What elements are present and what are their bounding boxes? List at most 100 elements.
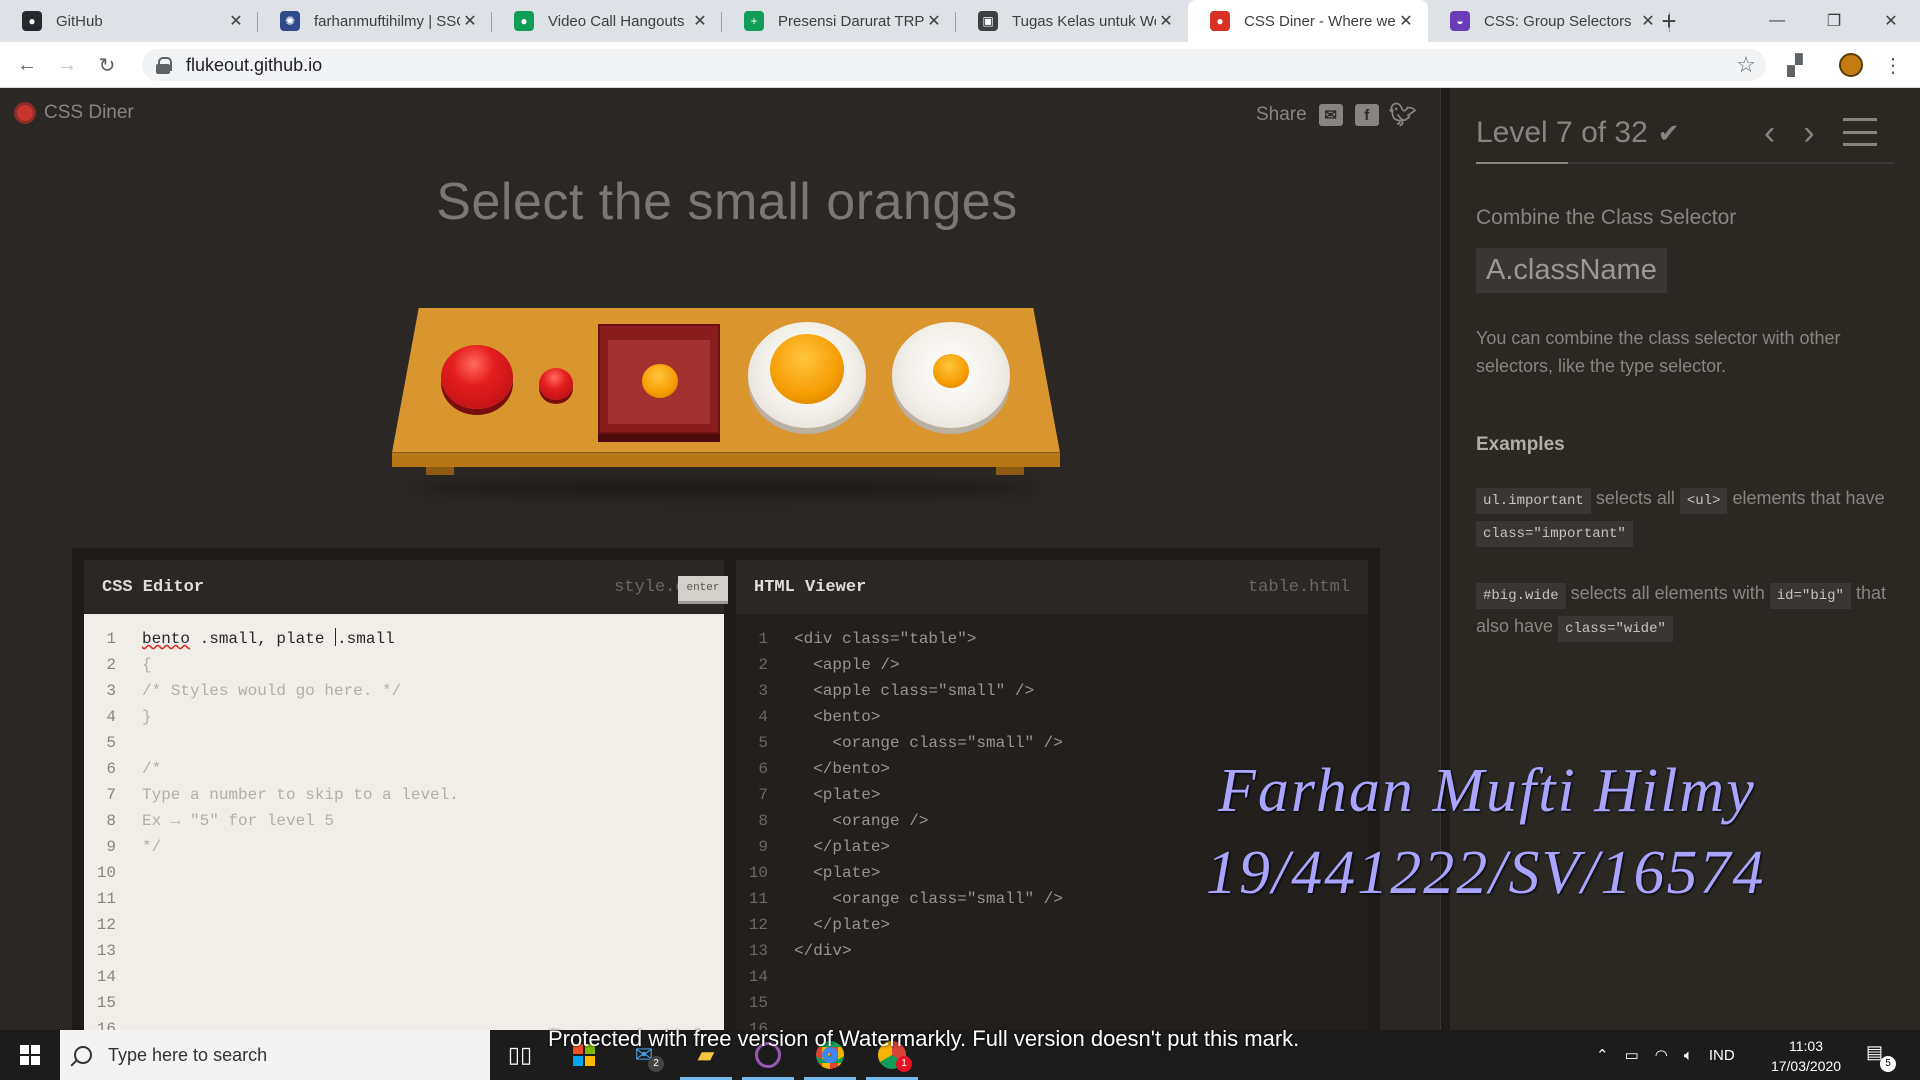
orange-small[interactable]	[642, 364, 678, 398]
language-indicator[interactable]: IND	[1709, 1047, 1735, 1064]
line-number: 10	[96, 864, 116, 882]
tab-close-icon[interactable]: ✕	[1156, 11, 1176, 31]
line-number: 13	[748, 942, 768, 960]
tab-close-icon[interactable]: ✕	[690, 11, 710, 31]
line-number: 12	[96, 916, 116, 934]
close-window-icon[interactable]: ✕	[1868, 0, 1914, 42]
orange-small[interactable]	[933, 354, 969, 388]
table	[392, 308, 1060, 508]
clock[interactable]: 11:03 17/03/2020	[1766, 1036, 1846, 1076]
notification-icon[interactable]: ▤ 5	[1866, 1042, 1896, 1072]
lock-icon	[156, 57, 172, 74]
extension-icon[interactable]: ▞	[1780, 50, 1810, 80]
menu-dots-icon[interactable]: ⋮	[1878, 50, 1908, 80]
start-button[interactable]	[0, 1030, 60, 1080]
examples-heading: Examples	[1476, 434, 1565, 455]
line-number: 2	[758, 656, 768, 674]
next-level-icon[interactable]: ›	[1803, 114, 1814, 153]
line-number: 14	[748, 968, 768, 986]
tab-title: Tugas Kelas untuk Web	[1012, 12, 1156, 30]
twitter-icon[interactable]: 🐦︎	[1389, 102, 1417, 127]
css-code-area[interactable]: bento .small, plate .small { /* Styles wou…	[128, 614, 724, 1030]
css-code-line: {	[142, 656, 152, 674]
enter-button[interactable]: enter	[678, 576, 728, 604]
battery-icon[interactable]: ▭	[1625, 1046, 1639, 1064]
browser-tab[interactable]: ◒ CSS: Group Selectors ✕	[1428, 0, 1670, 42]
css-code-line	[142, 886, 724, 912]
page-content: CSS Diner Share ✉ f 🐦︎ Select the small …	[0, 88, 1920, 1030]
bookmark-star-icon[interactable]: ☆	[1731, 50, 1761, 80]
order-title: Select the small oranges	[436, 173, 1018, 231]
watermark-name: Farhan Mufti Hilmy	[1218, 757, 1756, 825]
tab-close-icon[interactable]: ✕	[460, 11, 480, 31]
new-tab-button[interactable]: +	[1654, 6, 1684, 36]
example-code: #big.wide	[1476, 583, 1566, 609]
previous-level-icon[interactable]: ‹	[1764, 114, 1775, 153]
url-text: flukeout.github.io	[186, 54, 323, 75]
selector-syntax: A.className	[1476, 248, 1667, 293]
html-code-line: <bento>	[794, 708, 881, 726]
apple-small[interactable]	[539, 368, 573, 400]
notification-badge: 5	[1880, 1056, 1896, 1072]
line-number: 1	[106, 630, 116, 648]
plate[interactable]	[748, 322, 866, 428]
tab-title: CSS Diner - Where we	[1244, 12, 1396, 30]
tab-favicon-icon: ●	[22, 11, 42, 31]
apple[interactable]	[441, 345, 513, 409]
css-code-line	[142, 730, 724, 756]
tab-favicon-icon: ✺	[280, 11, 300, 31]
example-item: ul.important selects all <ul> elements t…	[1476, 482, 1896, 548]
css-code-line: Ex → "5" for level 5	[142, 812, 335, 830]
selector-description: You can combine the class selector with …	[1476, 328, 1841, 376]
css-diner-logo[interactable]: CSS Diner	[14, 102, 134, 124]
line-number: 13	[96, 942, 116, 960]
css-input-part: .small	[337, 630, 395, 648]
tab-favicon-icon: ◒	[1450, 11, 1470, 31]
level-progress-fill	[1476, 162, 1568, 164]
maximize-icon[interactable]: ❐	[1811, 0, 1857, 42]
volume-icon[interactable]: 🔈︎	[1684, 1047, 1693, 1064]
css-editor-title: CSS Editor	[102, 577, 205, 597]
tab-close-icon[interactable]: ✕	[1396, 11, 1416, 31]
css-code-line: /*	[142, 760, 162, 778]
browser-tab[interactable]: ✺ farhanmuftihilmy | SSO ✕	[258, 0, 492, 42]
browser-tab[interactable]: ▣ Tugas Kelas untuk Web ✕	[956, 0, 1188, 42]
browser-tab[interactable]: + Presensi Darurat TRPL I✕	[722, 0, 956, 42]
css-editor: CSS Editor style.css 1 2 3 4 5 6 7 8 9 10 11 12 13 14…	[84, 560, 728, 1030]
css-input[interactable]: bento .small, plate .small	[142, 628, 395, 648]
bento[interactable]	[598, 324, 720, 434]
clock-time: 11:03	[1789, 1038, 1823, 1054]
table-leg	[426, 467, 454, 475]
back-icon[interactable]: ←	[12, 50, 42, 80]
minimize-icon[interactable]: —	[1754, 0, 1800, 42]
example-code: ul.important	[1476, 488, 1591, 514]
browser-tab[interactable]: ● GitHub ✕	[0, 0, 258, 42]
task-view-icon[interactable]: ▯▯	[490, 1030, 550, 1080]
line-number: 12	[748, 916, 768, 934]
example-code: id="big"	[1769, 583, 1851, 609]
line-number: 11	[96, 890, 116, 908]
url-field[interactable]: flukeout.github.io	[142, 49, 1766, 81]
level-menu-icon[interactable]	[1842, 118, 1877, 146]
reload-icon[interactable]: ↻	[92, 50, 122, 80]
editor: CSS Editor style.css 1 2 3 4 5 6 7 8 9 10 11 12 13 14…	[72, 548, 1380, 1030]
tab-close-icon[interactable]: ✕	[226, 11, 246, 31]
wifi-icon[interactable]: ◠	[1655, 1046, 1668, 1064]
plate[interactable]	[892, 322, 1010, 428]
css-code-line: /* Styles would go here. */	[142, 682, 402, 700]
css-code-line	[142, 938, 724, 964]
browser-tab[interactable]: ● CSS Diner - Where we ✕	[1188, 0, 1428, 42]
taskbar-search[interactable]: Type here to search	[60, 1030, 490, 1080]
forward-icon[interactable]: →	[52, 50, 82, 80]
profile-avatar[interactable]	[1836, 50, 1866, 80]
facebook-icon[interactable]: f	[1354, 104, 1379, 126]
css-code-line: }	[142, 708, 152, 726]
orange[interactable]	[770, 334, 844, 404]
tab-close-icon[interactable]: ✕	[924, 11, 944, 31]
browser-tab[interactable]: ● Video Call Hangouts ✕	[492, 0, 722, 42]
line-number: 8	[106, 812, 116, 830]
chevron-up-icon[interactable]: ⌃	[1596, 1046, 1609, 1064]
email-icon[interactable]: ✉	[1318, 104, 1343, 126]
address-bar: ← → ↻ flukeout.github.io ☆ ▞ ⋮	[0, 42, 1920, 88]
line-number: 8	[758, 812, 768, 830]
